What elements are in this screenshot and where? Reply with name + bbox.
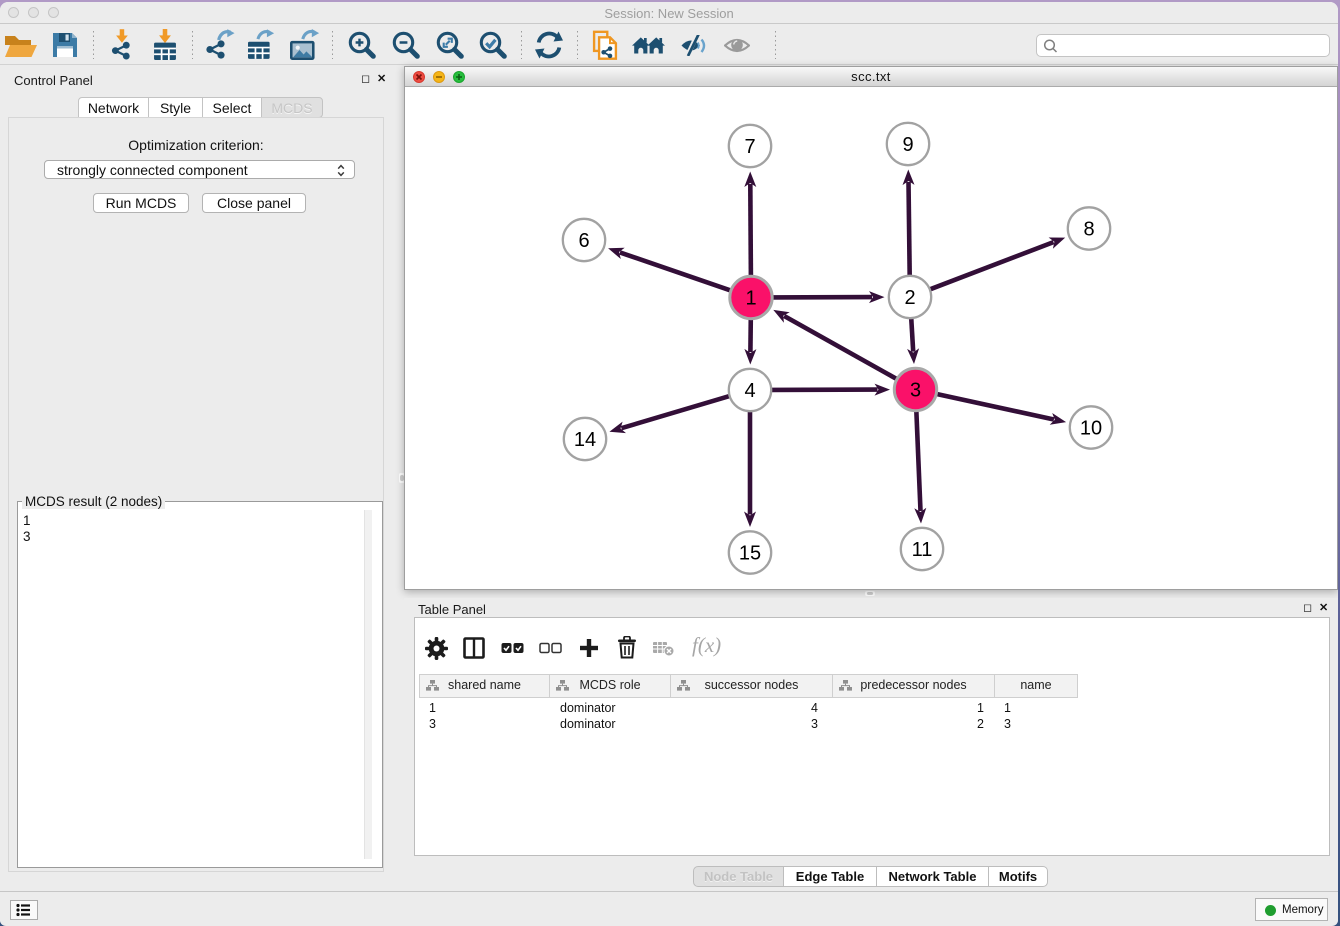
svg-text:14: 14 bbox=[574, 429, 596, 451]
svg-text:11: 11 bbox=[912, 539, 933, 561]
svg-text:1: 1 bbox=[745, 288, 756, 310]
svg-text:3: 3 bbox=[910, 380, 921, 402]
svg-text:10: 10 bbox=[1080, 418, 1102, 440]
svg-text:6: 6 bbox=[578, 230, 589, 252]
svg-text:4: 4 bbox=[744, 380, 755, 402]
svg-text:7: 7 bbox=[744, 136, 755, 158]
svg-text:2: 2 bbox=[904, 287, 915, 309]
svg-text:9: 9 bbox=[902, 134, 913, 156]
svg-text:8: 8 bbox=[1083, 219, 1094, 241]
svg-text:15: 15 bbox=[739, 543, 761, 565]
